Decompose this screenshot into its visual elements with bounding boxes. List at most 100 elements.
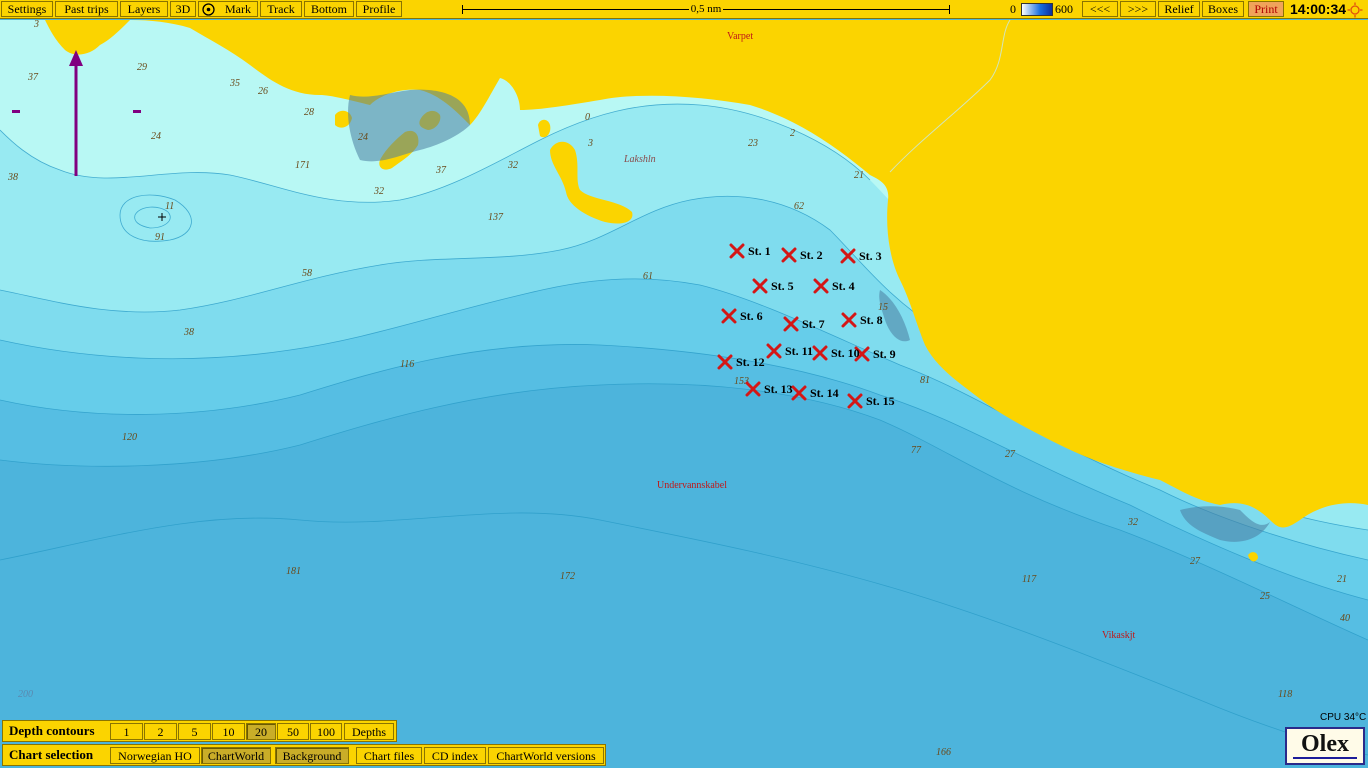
past-trips-button[interactable]: Past trips [55, 1, 118, 17]
depth-sounding: 91 [155, 232, 165, 243]
depth-contours-title: Depth contours [9, 723, 95, 738]
bottom-button[interactable]: Bottom [304, 1, 354, 17]
depth-sounding: 117 [1022, 574, 1037, 585]
depth-sounding: 25 [1260, 591, 1270, 602]
contour-100-button[interactable]: 100 [310, 723, 342, 740]
print-button[interactable]: Print [1248, 1, 1284, 17]
depth-sounding: 32 [1127, 517, 1138, 528]
boxes-button[interactable]: Boxes [1202, 1, 1244, 17]
mark-target-icon [202, 3, 215, 16]
station-label: St. 2 [800, 248, 823, 262]
depth-sounding: 137 [488, 212, 504, 223]
depth-sounding: 61 [643, 271, 653, 282]
depth-sounding: 40 [1340, 613, 1350, 624]
depth-range-min: 0 [1010, 2, 1016, 16]
depth-sounding: 11 [165, 201, 174, 212]
chart-map[interactable]: Varpet Lakshln Undervannskabel Vikaskjt … [0, 0, 1368, 768]
depth-sounding: 62 [794, 201, 804, 212]
relief-button[interactable]: Relief [1158, 1, 1200, 17]
top-toolbar: Settings Past trips Layers 3D Mark Track… [0, 0, 1368, 19]
depth-sounding: 2 [790, 128, 795, 139]
depth-sounding: 118 [1278, 689, 1292, 700]
layers-button[interactable]: Layers [120, 1, 168, 17]
depth-sounding: 120 [122, 432, 137, 443]
contour-10-button[interactable]: 10 [212, 723, 245, 740]
cpu-temperature: CPU 34°C [1320, 712, 1367, 723]
depths-button[interactable]: Depths [344, 723, 394, 740]
station-label: St. 7 [802, 317, 825, 331]
chartworld-versions-button[interactable]: ChartWorld versions [488, 747, 604, 764]
depth-sounding: 153 [734, 376, 749, 387]
station-label: St. 14 [810, 386, 839, 400]
depth-sounding: 27 [1005, 449, 1016, 460]
depth-sounding: 24 [151, 131, 161, 142]
contour-5-button[interactable]: 5 [178, 723, 211, 740]
station-label: St. 8 [860, 313, 883, 327]
depth-sounding: 35 [229, 78, 240, 89]
station-label: St. 1 [748, 244, 771, 258]
station-label: St. 11 [785, 344, 813, 358]
station-label: St. 12 [736, 355, 765, 369]
mark-label: Mark [225, 2, 251, 16]
depth-sounding: 15 [878, 302, 888, 313]
contour-2-button[interactable]: 2 [144, 723, 177, 740]
depth-sounding: 81 [920, 375, 930, 386]
depth-sounding: 26 [258, 86, 268, 97]
depth-sounding: 38 [7, 172, 18, 183]
depth-sounding: 32 [373, 186, 384, 197]
background-button[interactable]: Background [275, 747, 349, 764]
station-label: St. 5 [771, 279, 794, 293]
station-label: St. 3 [859, 249, 882, 263]
cd-index-button[interactable]: CD index [424, 747, 486, 764]
olex-logo[interactable]: Olex [1285, 727, 1365, 765]
clock: 14:00:34 [1290, 1, 1347, 17]
depth-sounding: 38 [183, 327, 194, 338]
depth-sounding: 3 [587, 138, 593, 149]
depth-sounding: 181 [286, 566, 301, 577]
chartworld-button[interactable]: ChartWorld [201, 747, 271, 764]
zoom-in-button[interactable]: >>> [1120, 1, 1156, 17]
depth-sounding: 3 [33, 19, 39, 30]
depth-sounding: 116 [400, 359, 414, 370]
chart-files-button[interactable]: Chart files [356, 747, 422, 764]
depth-sounding: 21 [1337, 574, 1347, 585]
depth-sounding: 58 [302, 268, 312, 279]
settings-button[interactable]: Settings [1, 1, 53, 17]
station-label: St. 15 [866, 394, 895, 408]
3d-button[interactable]: 3D [170, 1, 196, 17]
track-button[interactable]: Track [260, 1, 302, 17]
depth-sounding: 37 [435, 165, 447, 176]
mark-button[interactable]: Mark [198, 1, 258, 17]
contour-20-button[interactable]: 20 [246, 723, 276, 740]
scale-label: 0,5 nm [688, 3, 724, 15]
depth-sounding: 171 [295, 160, 310, 171]
scale-bar: 0,5 nm [462, 3, 950, 15]
depth-sounding: 200 [18, 689, 33, 700]
profile-button[interactable]: Profile [356, 1, 402, 17]
zoom-out-button[interactable]: <<< [1082, 1, 1118, 17]
place-name: Vikaskjt [1102, 630, 1136, 641]
depth-sounding: 172 [560, 571, 575, 582]
station-label: St. 4 [832, 279, 855, 293]
place-name: Undervannskabel [657, 480, 727, 491]
norwegian-ho-button[interactable]: Norwegian HO [110, 747, 200, 764]
chart-selection-panel: Chart selection Norwegian HO ChartWorld … [2, 744, 606, 766]
place-name: Varpet [727, 31, 753, 42]
depth-sounding: 37 [27, 72, 39, 83]
depth-contours-panel: Depth contours 1 2 5 10 20 50 100 Depths [2, 720, 397, 742]
contour-50-button[interactable]: 50 [277, 723, 309, 740]
place-name: Lakshln [623, 154, 656, 165]
station-label: St. 13 [764, 382, 793, 396]
depth-sounding: 166 [936, 747, 951, 758]
depth-sounding: 29 [137, 62, 147, 73]
olex-logo-text: Olex [1301, 731, 1349, 757]
depth-range-max: 600 [1055, 2, 1073, 16]
depth-sounding: 21 [854, 170, 864, 181]
sun-icon[interactable] [1347, 2, 1363, 18]
depth-sounding: 27 [1190, 556, 1201, 567]
station-label: St. 10 [831, 346, 860, 360]
contour-1-button[interactable]: 1 [110, 723, 143, 740]
depth-sounding: 23 [748, 138, 758, 149]
depth-color-scale[interactable] [1021, 3, 1053, 16]
station-label: St. 6 [740, 309, 763, 323]
